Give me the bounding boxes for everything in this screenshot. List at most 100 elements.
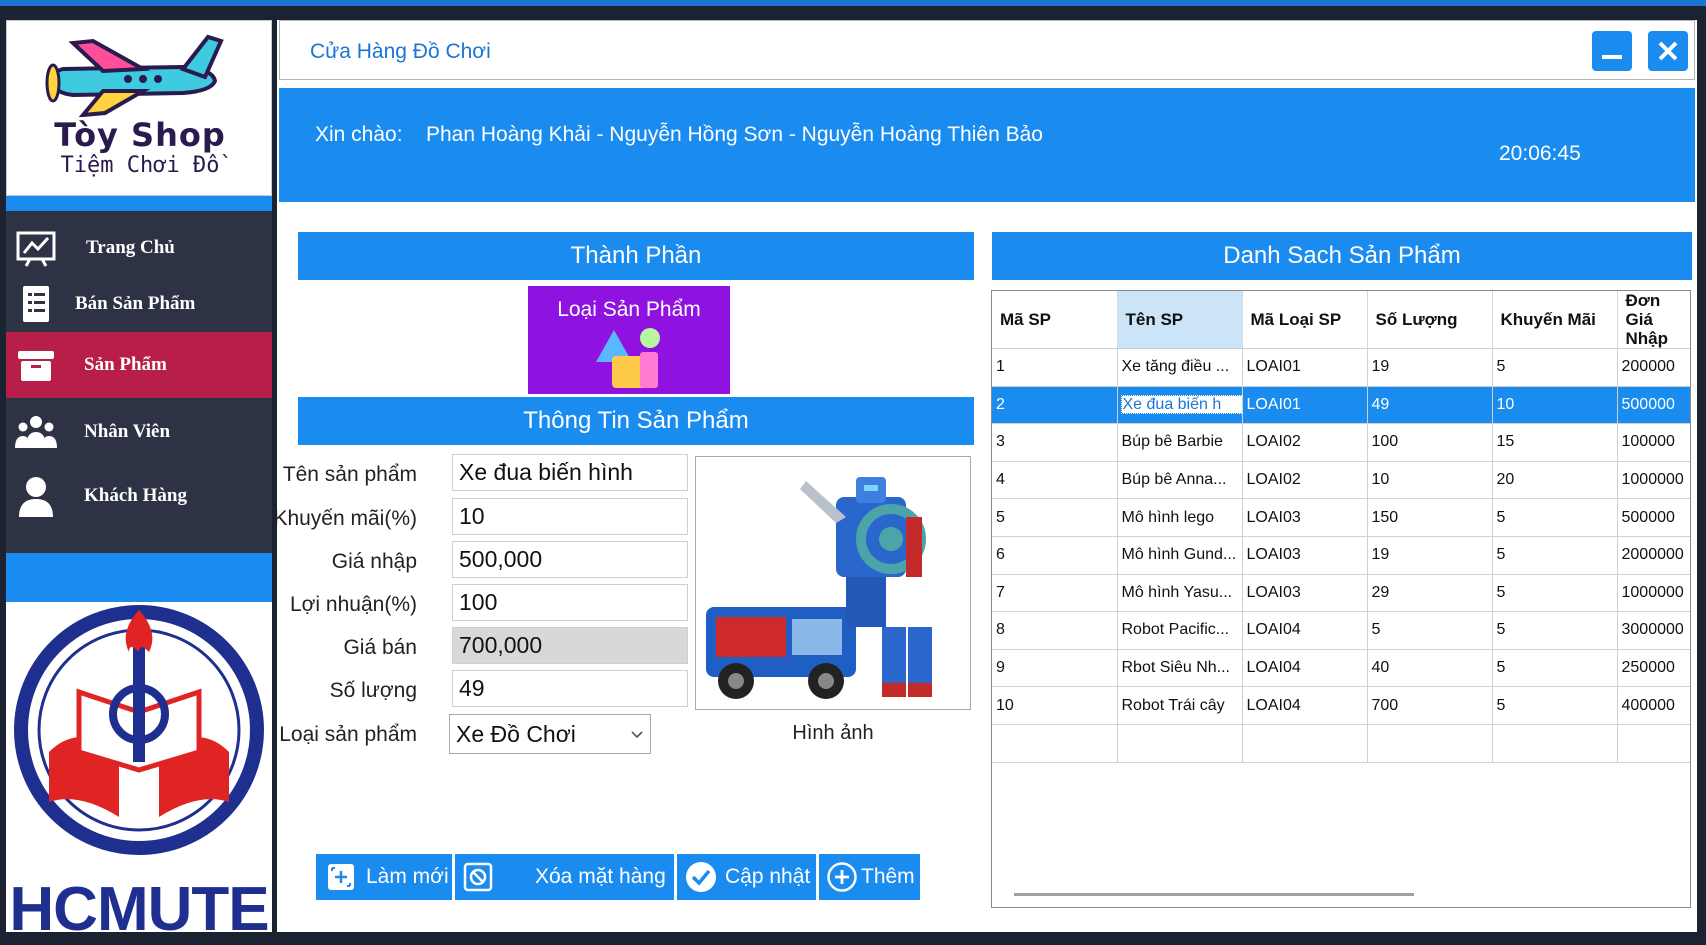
table-row[interactable]: 5 Mô hình lego LOAI03 150 5 500000 [992, 498, 1690, 537]
close-button[interactable] [1648, 31, 1688, 71]
table-cell[interactable]: 5 [1492, 611, 1618, 650]
table-cell[interactable]: 40 [1367, 649, 1493, 688]
table-cell[interactable]: Búp bê Anna... [1117, 461, 1243, 500]
table-cell[interactable]: 9 [992, 649, 1118, 688]
table-cell[interactable]: LOAI04 [1242, 649, 1368, 688]
table-cell[interactable]: 150 [1367, 498, 1493, 537]
table-cell[interactable]: Xe đua biến hình [1117, 386, 1243, 425]
table-cell[interactable]: 5 [1492, 536, 1618, 575]
table-cell[interactable]: LOAI02 [1242, 461, 1368, 500]
table-cell[interactable] [1242, 724, 1368, 763]
col-ten-sp[interactable]: Tên SP [1117, 291, 1243, 349]
table-cell[interactable]: 5 [1492, 498, 1618, 537]
cost-field[interactable]: 500,000 [452, 541, 688, 578]
table-cell[interactable]: LOAI04 [1242, 686, 1368, 725]
table-cell[interactable]: LOAI02 [1242, 423, 1368, 462]
table-cell[interactable]: 10 [992, 686, 1118, 725]
table-cell[interactable]: 19 [1367, 348, 1493, 387]
table-cell[interactable]: 100 [1367, 423, 1493, 462]
table-cell[interactable]: 700 [1367, 686, 1493, 725]
table-cell[interactable]: 5 [1492, 574, 1618, 613]
update-button[interactable]: Cập nhật [677, 854, 816, 900]
table-cell[interactable]: LOAI03 [1242, 498, 1368, 537]
add-button[interactable]: Thêm [819, 854, 920, 900]
empty-new-row[interactable] [992, 724, 1690, 763]
table-cell[interactable]: 100000 [1617, 423, 1690, 462]
table-cell[interactable]: 500000 [1617, 498, 1690, 537]
quantity-field[interactable]: 49 [452, 670, 688, 707]
table-row[interactable]: 8 Robot Pacific... LOAI04 5 5 3000000 [992, 611, 1690, 650]
table-cell[interactable]: 3 [992, 423, 1118, 462]
table-cell[interactable]: LOAI01 [1242, 386, 1368, 425]
table-cell[interactable] [1617, 724, 1690, 763]
product-name-field[interactable]: Xe đua biến hình [452, 454, 688, 491]
discount-field[interactable]: 10 [452, 498, 688, 535]
refresh-button[interactable]: Làm mới [316, 854, 452, 900]
table-cell[interactable]: 10 [1367, 461, 1493, 500]
table-cell[interactable]: Robot Trái cây [1117, 686, 1243, 725]
table-cell[interactable]: Búp bê Barbie [1117, 423, 1243, 462]
table-cell[interactable] [1367, 724, 1493, 763]
table-cell[interactable]: 1 [992, 348, 1118, 387]
category-select[interactable]: Xe Đồ Chơi [449, 714, 651, 754]
table-row[interactable]: 9 Rbot Siêu Nh... LOAI04 40 5 250000 [992, 649, 1690, 688]
table-cell[interactable]: 6 [992, 536, 1118, 575]
col-don-gia-nhap[interactable]: Đơn Giá Nhập [1617, 291, 1690, 349]
delete-button[interactable]: Xóa mặt hàng [455, 854, 674, 900]
table-row[interactable]: 4 Búp bê Anna... LOAI02 10 20 1000000 [992, 461, 1690, 500]
table-cell[interactable]: 250000 [1617, 649, 1690, 688]
horizontal-scrollbar[interactable] [1014, 893, 1414, 896]
col-so-luong[interactable]: Số Lượng [1367, 291, 1493, 349]
col-khuyen-mai[interactable]: Khuyến Mãi [1492, 291, 1618, 349]
table-cell[interactable]: Mô hình Gund... [1117, 536, 1243, 575]
table-cell[interactable]: 5 [1492, 686, 1618, 725]
table-row[interactable]: 1 Xe tăng điều ... LOAI01 19 5 200000 [992, 348, 1690, 387]
table-row[interactable]: 3 Búp bê Barbie LOAI02 100 15 100000 [992, 423, 1690, 462]
table-row[interactable]: 6 Mô hình Gund... LOAI03 19 5 2000000 [992, 536, 1690, 575]
table-cell[interactable]: 3000000 [1617, 611, 1690, 650]
table-cell[interactable]: 5 [1367, 611, 1493, 650]
table-cell[interactable]: 20 [1492, 461, 1618, 500]
table-cell[interactable]: Robot Pacific... [1117, 611, 1243, 650]
table-cell[interactable]: 400000 [1617, 686, 1690, 725]
table-cell[interactable]: 2 [992, 386, 1118, 425]
table-cell[interactable]: 7 [992, 574, 1118, 613]
table-cell[interactable]: 5 [1492, 649, 1618, 688]
table-cell[interactable]: LOAI03 [1242, 536, 1368, 575]
minimize-button[interactable] [1592, 31, 1632, 71]
table-cell[interactable]: 200000 [1617, 348, 1690, 387]
table-cell[interactable]: 15 [1492, 423, 1618, 462]
nav-item-nhan-vien[interactable]: Nhân Viên [6, 401, 272, 463]
table-cell[interactable]: Rbot Siêu Nh... [1117, 649, 1243, 688]
table-cell[interactable]: LOAI03 [1242, 574, 1368, 613]
table-cell[interactable]: Mô hình lego [1117, 498, 1243, 537]
table-cell[interactable]: 5 [1492, 348, 1618, 387]
profit-field[interactable]: 100 [452, 584, 688, 621]
nav-item-san-pham[interactable]: Sản Phẩm [6, 332, 272, 398]
table-row[interactable]: 10 Robot Trái cây LOAI04 700 5 400000 [992, 686, 1690, 725]
nav-item-ban-san-pham[interactable]: Bán Sản Phẩm [6, 273, 272, 335]
table-row[interactable]: 7 Mô hình Yasu... LOAI03 29 5 1000000 [992, 574, 1690, 613]
table-cell[interactable]: 49 [1367, 386, 1493, 425]
table-cell[interactable] [1492, 724, 1618, 763]
table-cell[interactable]: 4 [992, 461, 1118, 500]
table-cell[interactable]: 1000000 [1617, 574, 1690, 613]
table-cell[interactable]: 5 [992, 498, 1118, 537]
nav-item-trang-chu[interactable]: Trang Chủ [6, 217, 272, 279]
table-cell[interactable]: 1000000 [1617, 461, 1690, 500]
table-cell[interactable]: Xe tăng điều ... [1117, 348, 1243, 387]
table-cell[interactable]: LOAI01 [1242, 348, 1368, 387]
table-cell[interactable]: Mô hình Yasu... [1117, 574, 1243, 613]
category-button[interactable]: Loại Sản Phẩm [528, 286, 730, 394]
table-cell[interactable]: 19 [1367, 536, 1493, 575]
col-ma-loai-sp[interactable]: Mã Loại SP [1242, 291, 1368, 349]
table-cell[interactable]: 29 [1367, 574, 1493, 613]
product-grid[interactable]: Mã SP Tên SP Mã Loại SP Số Lượng Khuyến … [991, 290, 1691, 908]
table-cell[interactable]: LOAI04 [1242, 611, 1368, 650]
table-cell[interactable]: 8 [992, 611, 1118, 650]
col-ma-sp[interactable]: Mã SP [992, 291, 1118, 349]
table-cell[interactable]: 2000000 [1617, 536, 1690, 575]
table-cell[interactable]: 500000 [1617, 386, 1690, 425]
table-cell[interactable] [1117, 724, 1243, 763]
table-row[interactable]: 2 Xe đua biến hình LOAI01 49 10 500000 [992, 386, 1690, 425]
